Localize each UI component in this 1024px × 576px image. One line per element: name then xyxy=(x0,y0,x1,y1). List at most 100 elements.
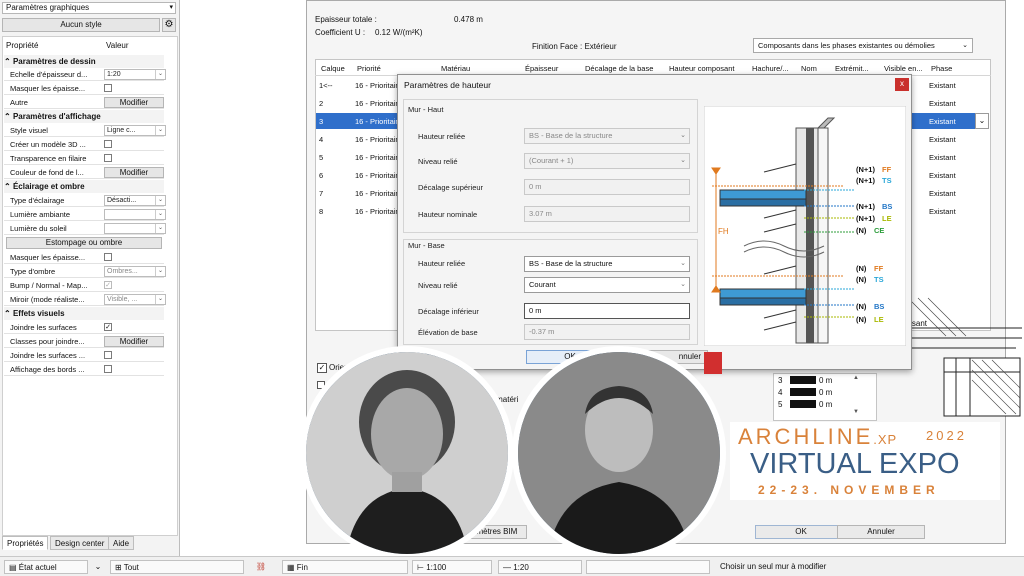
row-other[interactable]: Autre Modifier xyxy=(4,96,164,109)
state-selector[interactable]: ▤ État actuel xyxy=(4,560,88,574)
scale-value: 1:100 xyxy=(426,563,447,572)
thickness-scale-label: Echelle d'épaisseur d... xyxy=(10,70,88,79)
row-join-classes[interactable]: Classes pour joindre... Modifier xyxy=(4,335,164,348)
join-surfaces-2-checkbox[interactable] xyxy=(104,351,112,359)
section-display-params[interactable]: ⌃ Paramètres d'affichage xyxy=(4,110,164,123)
row-edge-display[interactable]: Affichage des bords ... xyxy=(4,363,164,376)
shading-button[interactable]: Estompage ou ombre xyxy=(6,237,162,249)
scroll-down-icon[interactable]: ▼ xyxy=(853,409,859,415)
table-row-priority[interactable]: 16 - Prioritair xyxy=(355,207,397,216)
table-row-calque[interactable]: 2 xyxy=(319,99,349,108)
row-join-surfaces[interactable]: Joindre les surfaces ✓ xyxy=(4,321,164,334)
section-drawing-params[interactable]: ⌃ Paramètres de dessin xyxy=(4,55,164,68)
table-row-priority[interactable]: 16 - Prioritair xyxy=(355,171,397,180)
diagram-label-n-ce: (N) xyxy=(856,226,867,235)
table-row-phase[interactable]: Existant xyxy=(929,153,973,162)
close-button[interactable]: x xyxy=(895,78,909,91)
table-row-calque[interactable]: 4 xyxy=(319,135,349,144)
row-visual-style[interactable]: Style visuel Ligne c... ⌄ xyxy=(4,124,166,137)
link-icon[interactable]: ⛓ xyxy=(254,560,268,574)
main-cancel-button[interactable]: Annuler xyxy=(837,525,925,539)
join-surfaces-checkbox[interactable]: ✓ xyxy=(104,323,112,331)
table-row-phase[interactable]: Existant xyxy=(929,117,973,126)
table-row-phase[interactable]: Existant xyxy=(929,135,973,144)
row-thickness-scale[interactable]: Echelle d'épaisseur d... 1:20 ⌄ xyxy=(4,68,166,81)
scale-selector[interactable]: ⊢ 1:100 xyxy=(412,560,492,574)
ambient-light-select[interactable]: ⌄ xyxy=(104,209,166,220)
mirror-select[interactable]: Visible, ... ⌄ xyxy=(104,294,166,305)
base-height-label: Hauteur reliée xyxy=(418,259,466,268)
visual-style-select[interactable]: Ligne c... ⌄ xyxy=(104,125,166,136)
line-quality-selector[interactable]: ▦ Fin xyxy=(282,560,408,574)
tab-help[interactable]: Aide xyxy=(108,536,135,550)
row-bump-map[interactable]: Bump / Normal - Map... ✓ xyxy=(4,279,164,292)
table-row-calque[interactable]: 7 xyxy=(319,189,349,198)
shadow-type-select[interactable]: Ombres... ⌄ xyxy=(104,266,166,277)
join-classes-modify-button[interactable]: Modifier xyxy=(104,336,164,347)
wireframe-transparency-checkbox[interactable] xyxy=(104,154,112,162)
table-row-phase[interactable]: Existant xyxy=(929,189,973,198)
section-lighting[interactable]: ⌃ Éclairage et ombre xyxy=(4,180,164,193)
lighting-type-select[interactable]: Désacti... ⌄ xyxy=(104,195,166,206)
row-sun-light[interactable]: Lumière du soleil ⌄ xyxy=(4,222,166,235)
base-height-select[interactable]: BS - Base de la structure ⌄ xyxy=(524,256,690,272)
table-row-calque[interactable]: 6 xyxy=(319,171,349,180)
phase-dropdown-arrow[interactable]: ⌄ xyxy=(975,113,989,129)
table-row-priority[interactable]: 16 - Prioritair xyxy=(355,135,397,144)
create-3d-checkbox[interactable] xyxy=(104,140,112,148)
gear-icon[interactable]: ⚙ xyxy=(162,18,176,32)
graphic-params-dropdown[interactable]: Paramètres graphiques ▾ xyxy=(2,2,176,14)
row-join-surfaces-2[interactable]: Joindre les surfaces ... xyxy=(4,349,164,362)
no-style-button[interactable]: Aucun style xyxy=(2,18,160,32)
table-row-priority[interactable]: 16 - Prioritair xyxy=(355,189,397,198)
table-row-calque[interactable]: 8 xyxy=(319,207,349,216)
tab-design-center[interactable]: Design center xyxy=(50,536,110,550)
scroll-up-icon[interactable]: ▲ xyxy=(853,375,859,381)
table-row-priority[interactable]: 16 - Prioritair xyxy=(355,81,397,90)
bump-map-label: Bump / Normal - Map... xyxy=(10,281,88,290)
col-priorite[interactable]: Priorité xyxy=(357,63,381,75)
row-lighting-type[interactable]: Type d'éclairage Désacti... ⌄ xyxy=(4,194,166,207)
table-row-phase[interactable]: Existant xyxy=(929,207,973,216)
layer-field[interactable] xyxy=(586,560,710,574)
row-shadow-type[interactable]: Type d'ombre Ombres... ⌄ xyxy=(4,265,166,278)
hide-thickness-checkbox[interactable] xyxy=(104,84,112,92)
row-mirror[interactable]: Miroir (mode réaliste... Visible, ... ⌄ xyxy=(4,293,166,306)
bottom-offset-field[interactable]: 0 m xyxy=(524,303,690,319)
table-row-phase[interactable]: Existant xyxy=(929,81,973,90)
table-row-calque[interactable]: 1<-- xyxy=(319,81,349,90)
base-level-select[interactable]: Courant ⌄ xyxy=(524,277,690,293)
other-modify-button[interactable]: Modifier xyxy=(104,97,164,108)
col-calque[interactable]: Calque xyxy=(321,63,345,75)
row-hide-thickness[interactable]: Masquer les épaisse... xyxy=(4,82,164,95)
table-row-calque[interactable]: 5 xyxy=(319,153,349,162)
main-ok-button[interactable]: OK xyxy=(755,525,847,539)
table-row-phase[interactable]: Existant xyxy=(929,171,973,180)
chevron-down-icon[interactable]: ⌄ xyxy=(92,560,104,574)
components-phase-dropdown[interactable]: Composants dans les phases existantes ou… xyxy=(753,38,973,53)
row-background-color[interactable]: Couleur de fond de l... Modifier xyxy=(4,166,164,179)
sun-light-select[interactable]: ⌄ xyxy=(104,223,166,234)
brand-line: LINE xyxy=(812,424,874,449)
filter-selector[interactable]: ⊞ Tout xyxy=(110,560,244,574)
bump-map-checkbox[interactable]: ✓ xyxy=(104,281,112,289)
background-modify-button[interactable]: Modifier xyxy=(104,167,164,178)
visual-style-label: Style visuel xyxy=(10,126,48,135)
row-wireframe-transparency[interactable]: Transparence en filaire xyxy=(4,152,164,165)
edge-display-checkbox[interactable] xyxy=(104,365,112,373)
section-visual-effects[interactable]: ⌃ Effets visuels xyxy=(4,307,164,320)
table-row-priority[interactable]: 16 - Prioritair xyxy=(355,153,397,162)
row-ambient-light[interactable]: Lumière ambiante ⌄ xyxy=(4,208,166,221)
tab-properties[interactable]: Propriétés xyxy=(2,536,49,550)
row-hide-thickness-2[interactable]: Masquer les épaisse... xyxy=(4,251,164,264)
thickness-scale-select[interactable]: 1:20 ⌄ xyxy=(104,69,166,80)
table-row-priority[interactable]: 16 - Prioritair xyxy=(355,117,397,126)
col-phase[interactable]: Phase xyxy=(931,63,952,75)
table-row-calque[interactable]: 3 xyxy=(319,117,349,126)
table-row-phase[interactable]: Existant xyxy=(929,99,973,108)
hide-thickness-2-checkbox[interactable] xyxy=(104,253,112,261)
row-create-3d[interactable]: Créer un modèle 3D ... xyxy=(4,138,164,151)
table-row-priority[interactable]: 16 - Prioritair xyxy=(355,99,397,108)
orient-checkbox[interactable]: ✓ xyxy=(317,363,327,373)
thickness-scale-selector[interactable]: — 1:20 xyxy=(498,560,582,574)
